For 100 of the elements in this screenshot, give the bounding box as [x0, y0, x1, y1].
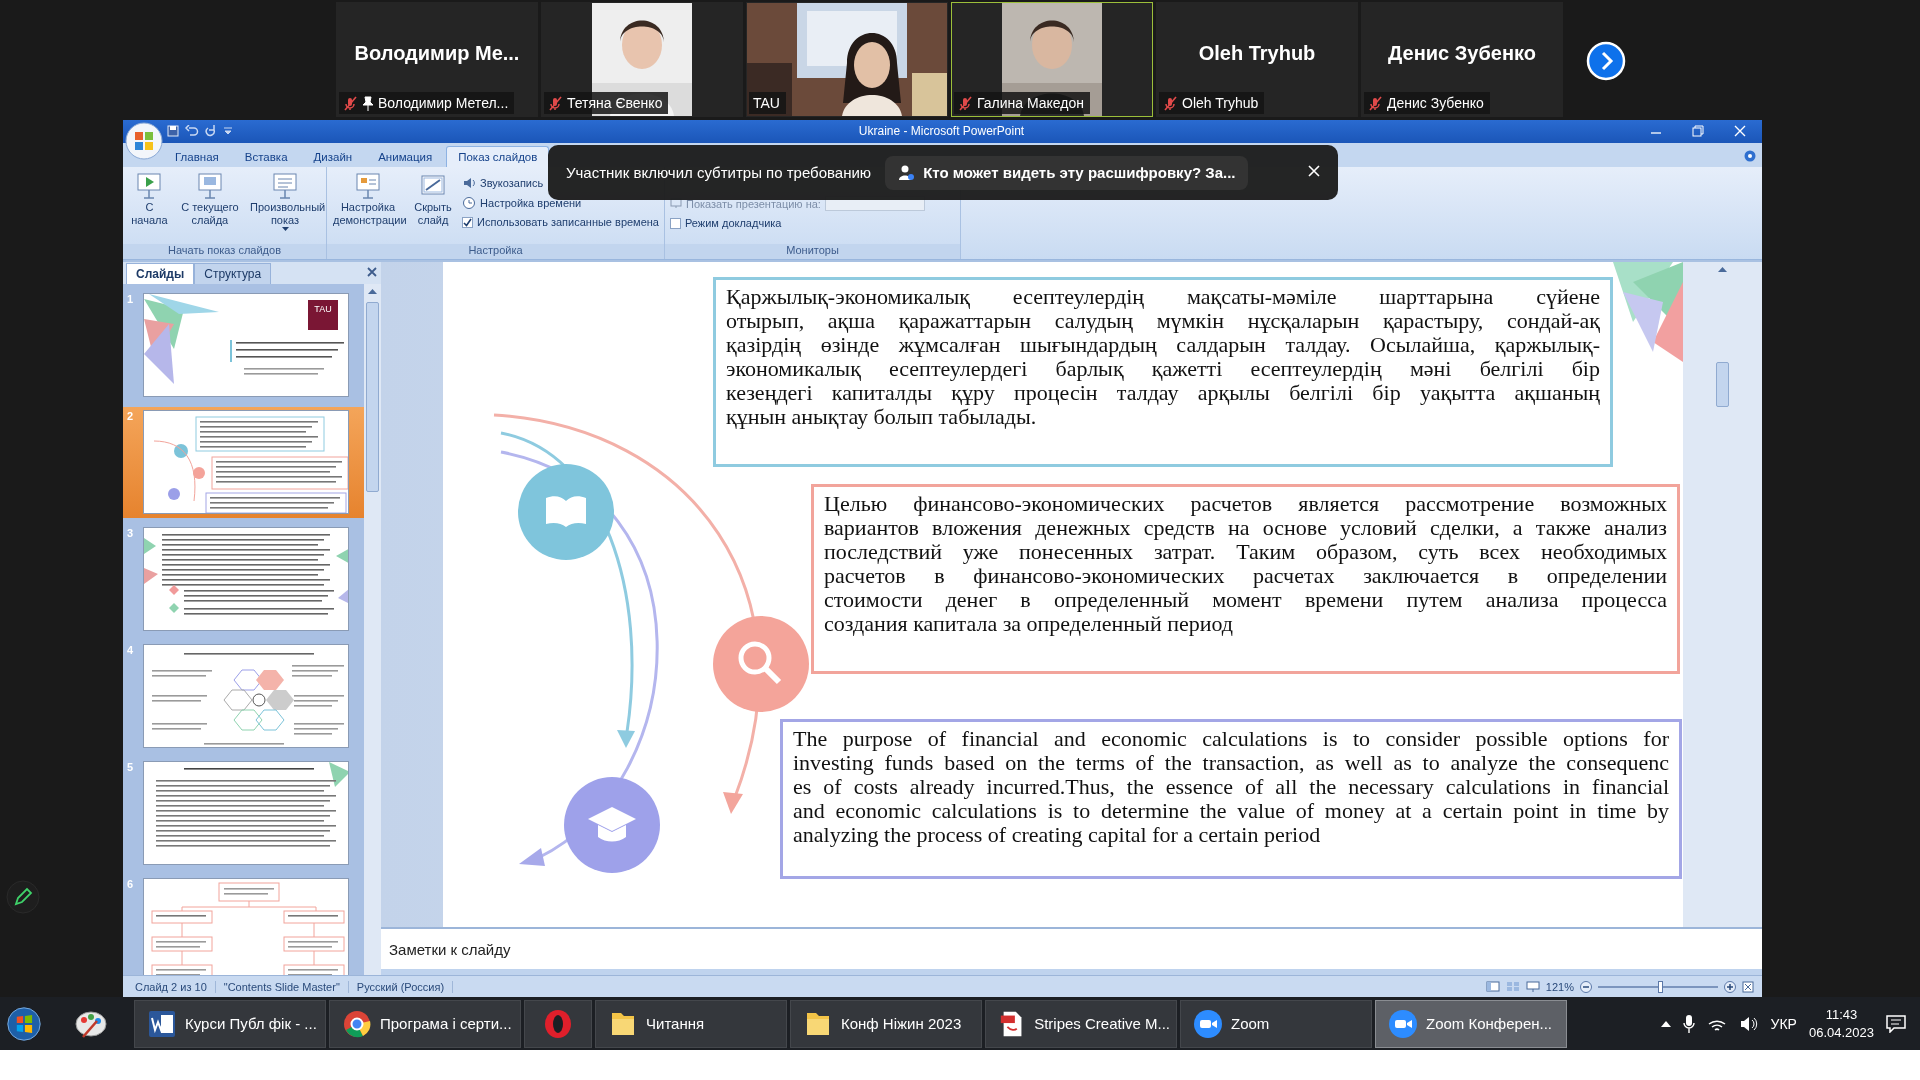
microphone-icon[interactable]	[1682, 1013, 1695, 1034]
ribbon-button[interactable]: Произвольный показ	[247, 169, 323, 235]
ribbon-tab[interactable]: Показ слайдов	[446, 146, 550, 168]
ribbon-button[interactable]: Скрыть слайд	[410, 169, 457, 230]
speaker-icon	[462, 176, 477, 191]
language-indicator[interactable]: УКР	[1770, 1015, 1797, 1032]
ribbon-button[interactable]: С текущего слайда	[176, 169, 243, 230]
banner-message: Участник включил субтитры по требованию	[566, 164, 872, 181]
participant-name: Володимир Ме...	[354, 42, 520, 65]
ribbon-tab[interactable]: Дизайн	[301, 146, 365, 168]
window-title: Ukraine - Microsoft PowerPoint	[857, 124, 1026, 139]
participant-label: Володимир Метел...	[339, 92, 515, 114]
zoom-in-icon[interactable]	[1724, 980, 1736, 993]
participant-tile[interactable]: Галина Македон	[951, 2, 1153, 117]
taskbar-button[interactable]: Zoom	[1180, 999, 1372, 1048]
ribbon-tab[interactable]: Анимация	[366, 146, 445, 168]
status-text: Слайд 2 из 10	[127, 980, 216, 993]
participant-label: Тетяна Євенко	[544, 92, 669, 114]
participant-tile[interactable]: TAU	[746, 2, 948, 117]
fit-window-icon[interactable]	[1742, 980, 1754, 993]
group-label: Мониторы	[665, 244, 960, 260]
notifications-icon[interactable]	[1886, 1014, 1906, 1033]
taskbar-button[interactable]	[524, 999, 592, 1048]
graduation-cap-circle-icon	[564, 777, 660, 874]
normal-view-icon[interactable]	[1485, 981, 1500, 993]
participant-name: Oleh Tryhub	[1198, 42, 1316, 65]
panel-tab[interactable]: Структура	[194, 263, 272, 285]
paragraph: Целью финансово-экономических расчетов является рассмотрение возможных вариантов вложения денежных средств на основе условий сделки, а также анализ последствий уже понесенных затрат. Таким образом, суть всех необходимых расчетов в финансово-экономических расчетах заключается в определении стоимости денег в определенный момент времени путем анализа процесса создания капитала за определенный период	[824, 492, 1667, 637]
browser-icon	[543, 1008, 573, 1039]
save-icon[interactable]	[167, 125, 179, 138]
slide-number: 1	[127, 293, 135, 306]
panel-tab[interactable]: Слайды	[126, 263, 195, 285]
scrollbar-thumb[interactable]	[1716, 362, 1729, 408]
clock-icon	[462, 196, 477, 211]
group-label: Настройка	[327, 244, 664, 260]
participant-tile[interactable]: Володимир Ме... Володимир Метел...	[336, 2, 538, 117]
scrollbar-thumb[interactable]	[366, 302, 379, 493]
ribbon-button[interactable]: С начала	[126, 169, 173, 230]
zoom-percent: 121%	[1545, 980, 1574, 993]
group-label: Начать показ слайдов	[123, 244, 326, 260]
zoom-slider-thumb[interactable]	[1658, 980, 1664, 993]
participant-label: Денис Зубенко	[1364, 92, 1490, 114]
slide-number: 2	[127, 410, 135, 423]
search-circle-icon	[713, 616, 809, 713]
taskbar-button[interactable]: Курси Публ фік - ...	[134, 999, 326, 1048]
paragraph: Қаржылық-экономикалық есептеулердің мақсаты-мәміле шарттарына сүйене отырып, ақша қаражаттарын салудың мүмкін нұсқаларын қарастыру, сондай-ақ қазірдің өзінде жұмсалған шығындардың салдарын талдау. Осылайша, қаржылық- экономикалық есептеулердегі барлық қажетті есептеулердің мәні белгілі бір кезеңдегі капиталды құру процесін талдау арқылы белгілі бір уақытта ақшаның құнын анықтау болып табылады.	[726, 285, 1600, 430]
slideshow-view-icon[interactable]	[1525, 981, 1540, 993]
undo-icon[interactable]	[185, 125, 199, 138]
slide-number: 5	[127, 761, 135, 774]
ribbon-button[interactable]: Настройка времени	[460, 195, 584, 212]
participant-label: Галина Македон	[954, 92, 1091, 114]
participant-name: Денис Зубенко	[1388, 42, 1536, 65]
help-icon[interactable]	[1744, 150, 1756, 163]
participant-tile[interactable]: Oleh Tryhub Oleh Tryhub	[1156, 2, 1358, 117]
slide-number: 6	[127, 878, 135, 891]
taskbar-button[interactable]: Конф Ніжин 2023	[790, 999, 982, 1048]
clock-date[interactable]: 06.04.2023	[1808, 1025, 1874, 1040]
word-icon	[147, 1008, 177, 1039]
video-camera-icon	[1193, 1008, 1223, 1039]
slide-number: 4	[127, 644, 135, 657]
taskbar-button[interactable]: Програма і серти...	[329, 999, 521, 1048]
book-circle-icon	[518, 464, 614, 561]
participant-tile[interactable]: Денис Зубенко Денис Зубенко	[1361, 2, 1563, 117]
pencil-icon[interactable]	[6, 880, 40, 914]
logo: TAU	[308, 300, 338, 331]
redo-icon[interactable]	[205, 125, 217, 138]
status-text: Русский (Россия)	[348, 980, 454, 993]
ribbon-button[interactable]: Настройка демонстрации	[330, 169, 406, 230]
clock-time[interactable]: 11:43	[1825, 1007, 1858, 1022]
participant-label: TAU	[749, 92, 786, 114]
taskbar-button[interactable]: Zoom Конферен...	[1375, 999, 1567, 1048]
paragraph: The purpose of financial and economic calculations is to consider possible options for investing funds based on the terms of the transaction, as well as to analyze the consequenc es of costs already incurred.Thus, the essence of all the necessary calculations in financial and economic calculations is to determine the value of money at a certain point in time by analyzing the process of creating capital for a certain period	[793, 727, 1669, 848]
slide-show-icon	[270, 171, 300, 202]
chevron-up-icon[interactable]	[1660, 1019, 1671, 1028]
browser-icon	[342, 1008, 372, 1039]
taskbar-button[interactable]: Читання	[595, 999, 787, 1048]
slide-show-icon	[353, 171, 383, 202]
participant-tile[interactable]: Тетяна Євенко	[541, 2, 743, 117]
ribbon-tab[interactable]: Вставка	[232, 146, 300, 168]
scroll-up-icon[interactable]	[1718, 266, 1727, 273]
combo-label: Показать презентацию на:	[686, 197, 821, 210]
checkbox[interactable]	[670, 217, 681, 229]
slide-number: 3	[127, 527, 135, 540]
speaker-icon[interactable]	[1738, 1015, 1759, 1032]
transcript-link[interactable]: Кто может видеть эту расшифровку? За...	[885, 155, 1248, 190]
notes-placeholder[interactable]: Заметки к слайду	[389, 940, 511, 958]
taskbar-button[interactable]: Stripes Creative M...	[985, 999, 1177, 1048]
monitor-icon	[670, 198, 682, 210]
people-icon	[897, 163, 916, 182]
maximize-icon[interactable]	[1692, 125, 1704, 138]
ribbon-tab[interactable]: Главная	[163, 146, 231, 168]
ribbon-button[interactable]: Звукозапись	[460, 175, 546, 192]
status-text: "Contents Slide Master"	[215, 980, 349, 993]
participant-label: Oleh Tryhub	[1159, 92, 1265, 114]
video-camera-icon	[1388, 1008, 1418, 1039]
checkbox-label: Режим докладчика	[685, 217, 782, 230]
scroll-up-icon[interactable]	[368, 288, 377, 295]
checkbox-label: Использовать записанные времена	[477, 216, 659, 229]
zoom-out-icon[interactable]	[1580, 980, 1592, 993]
checkbox[interactable]	[462, 216, 474, 228]
